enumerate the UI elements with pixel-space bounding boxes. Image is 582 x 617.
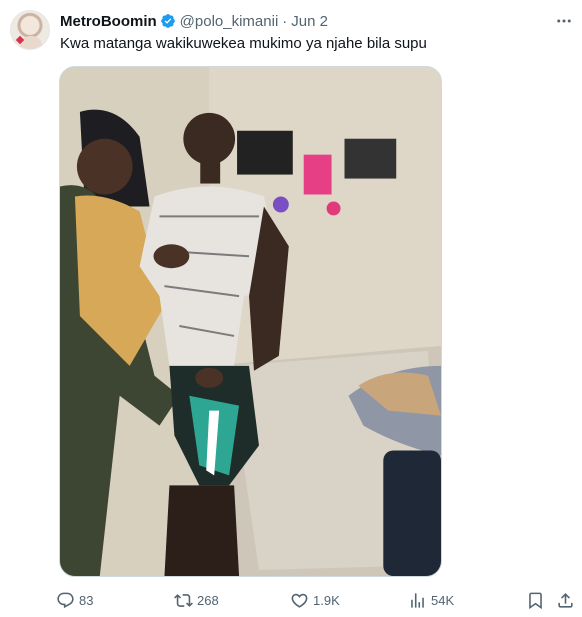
- tweet-date[interactable]: Jun 2: [291, 13, 328, 30]
- bookmark-button[interactable]: [526, 588, 545, 612]
- verified-badge-icon: [160, 14, 175, 28]
- tweet-text: Kwa matanga wakikuwekea mukimo ya njahe …: [60, 35, 427, 52]
- author-avatar[interactable]: [10, 10, 50, 50]
- reply-count: 83: [79, 592, 94, 608]
- heart-sticker-icon: [15, 35, 25, 45]
- bookmark-icon: [529, 592, 542, 609]
- photo-content: [60, 67, 441, 576]
- views-count: 54K: [431, 592, 455, 608]
- retweet-icon: [174, 593, 193, 607]
- retweet-button[interactable]: 268: [174, 588, 219, 612]
- heart-icon: [291, 593, 308, 608]
- like-count: 1.9K: [313, 592, 340, 608]
- analytics-icon: [411, 592, 424, 608]
- reply-button[interactable]: 83: [56, 588, 93, 612]
- tweet-photo[interactable]: [59, 66, 442, 577]
- share-icon: [558, 592, 573, 608]
- tweet-header: MetroBoomin @polo_kimanii · Jun 2: [60, 11, 328, 31]
- author-handle[interactable]: @polo_kimanii: [180, 13, 279, 30]
- author-name[interactable]: MetroBoomin: [60, 13, 157, 30]
- views-button[interactable]: 54K: [408, 588, 454, 612]
- more-options-button[interactable]: [554, 11, 574, 31]
- like-button[interactable]: 1.9K: [290, 588, 340, 612]
- tweet-actions: 83 268 1.9K 54K: [56, 588, 580, 612]
- retweet-count: 268: [197, 592, 219, 608]
- separator-dot: ·: [282, 12, 288, 30]
- tweet-card[interactable]: MetroBoomin @polo_kimanii · Jun 2 Kwa ma…: [0, 0, 582, 617]
- share-button[interactable]: [556, 588, 575, 612]
- reply-icon: [57, 592, 74, 608]
- more-horizontal-icon: [557, 19, 571, 23]
